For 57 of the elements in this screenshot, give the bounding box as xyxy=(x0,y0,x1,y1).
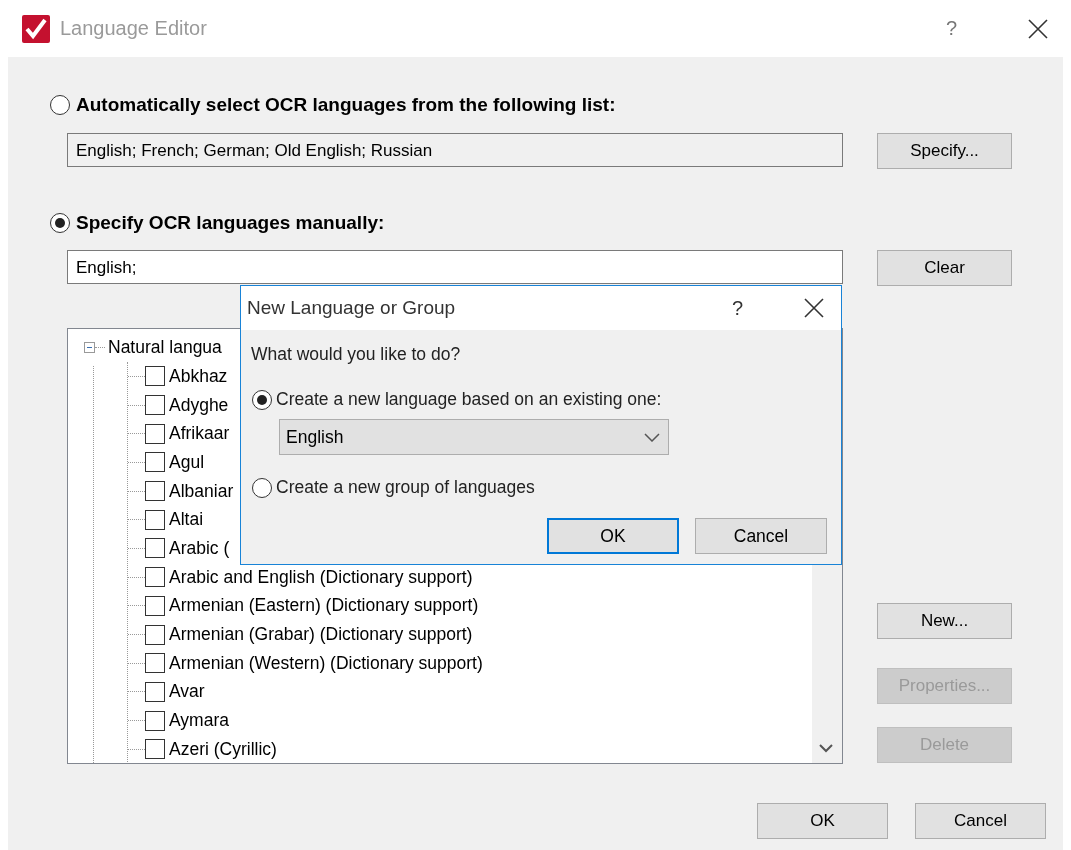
tree-item[interactable]: Armenian (Grabar) (Dictionary support) xyxy=(169,624,473,646)
radio-button[interactable] xyxy=(50,95,70,115)
tree-item[interactable]: Abkhaz xyxy=(169,365,228,387)
checkbox[interactable] xyxy=(145,681,165,702)
dialog-button[interactable]: Cancel xyxy=(695,518,827,554)
dialog-button[interactable]: OK xyxy=(547,518,679,554)
help-button[interactable]: ? xyxy=(731,296,743,320)
checkbox[interactable] xyxy=(145,423,165,444)
tree-item[interactable]: Avar xyxy=(169,681,205,703)
checkbox[interactable] xyxy=(145,366,165,387)
dialog-question: What would you like to do? xyxy=(251,344,461,365)
option-label: Create a new language based on an existing one: xyxy=(276,389,662,410)
checkbox[interactable] xyxy=(145,509,165,530)
specify-button[interactable]: Specify... xyxy=(877,133,1012,169)
help-button[interactable]: ? xyxy=(945,17,957,40)
checkbox[interactable] xyxy=(145,739,165,760)
option-label: Create a new group of languages xyxy=(276,477,535,498)
radio-button[interactable] xyxy=(252,477,272,498)
tree-item[interactable]: Armenian (Eastern) (Dictionary support) xyxy=(169,595,479,617)
checkbox[interactable] xyxy=(145,710,165,731)
checkbox[interactable] xyxy=(145,481,165,502)
collapse-icon[interactable] xyxy=(84,342,95,353)
option-label: Automatically select OCR languages from the following list: xyxy=(76,94,616,116)
tree-item[interactable]: Albaniar xyxy=(169,480,234,502)
tree-item[interactable]: Altai xyxy=(169,509,204,531)
option-label: Specify OCR languages manually: xyxy=(76,212,385,234)
side-button[interactable]: New... xyxy=(877,603,1012,639)
checkmark-logo-icon xyxy=(22,14,50,43)
dialog-button[interactable]: Cancel xyxy=(915,803,1046,839)
checkbox[interactable] xyxy=(145,653,165,674)
tree-item[interactable]: Arabic and English (Dictionary support) xyxy=(169,566,473,588)
checkbox[interactable] xyxy=(145,595,165,616)
tree-item[interactable]: Azeri (Cyrillic) xyxy=(169,738,277,760)
tree-item[interactable]: Afrikaar xyxy=(169,423,230,445)
checkbox[interactable] xyxy=(145,395,165,416)
window-title: Language Editor xyxy=(60,17,208,40)
checkbox[interactable] xyxy=(145,452,165,473)
tree-item[interactable]: Arabic ( xyxy=(169,537,230,559)
tree-item[interactable]: Natural langua xyxy=(108,337,222,358)
checkbox[interactable] xyxy=(145,624,165,645)
language-dropdown[interactable]: English xyxy=(279,419,669,455)
dialog-title: New Language or Group xyxy=(247,297,457,319)
languages-field[interactable]: English; French; German; Old English; Russian xyxy=(67,133,843,167)
tree-item[interactable]: Armenian (Western) (Dictionary support) xyxy=(169,652,483,674)
languages-field[interactable]: English; xyxy=(67,250,843,284)
tree-item[interactable]: Agul xyxy=(169,451,205,473)
clear-button[interactable]: Clear xyxy=(877,250,1012,286)
checkbox[interactable] xyxy=(145,567,165,588)
tree-item[interactable]: Adyghe xyxy=(169,394,229,416)
close-icon[interactable] xyxy=(803,297,825,319)
dialog-button[interactable]: OK xyxy=(757,803,888,839)
radio-button[interactable] xyxy=(252,389,272,410)
scroll-down-icon[interactable] xyxy=(819,744,833,753)
close-icon[interactable] xyxy=(1027,17,1049,40)
checkbox[interactable] xyxy=(145,538,165,559)
tree-item[interactable]: Aymara xyxy=(169,710,229,732)
radio-button[interactable] xyxy=(50,213,70,233)
